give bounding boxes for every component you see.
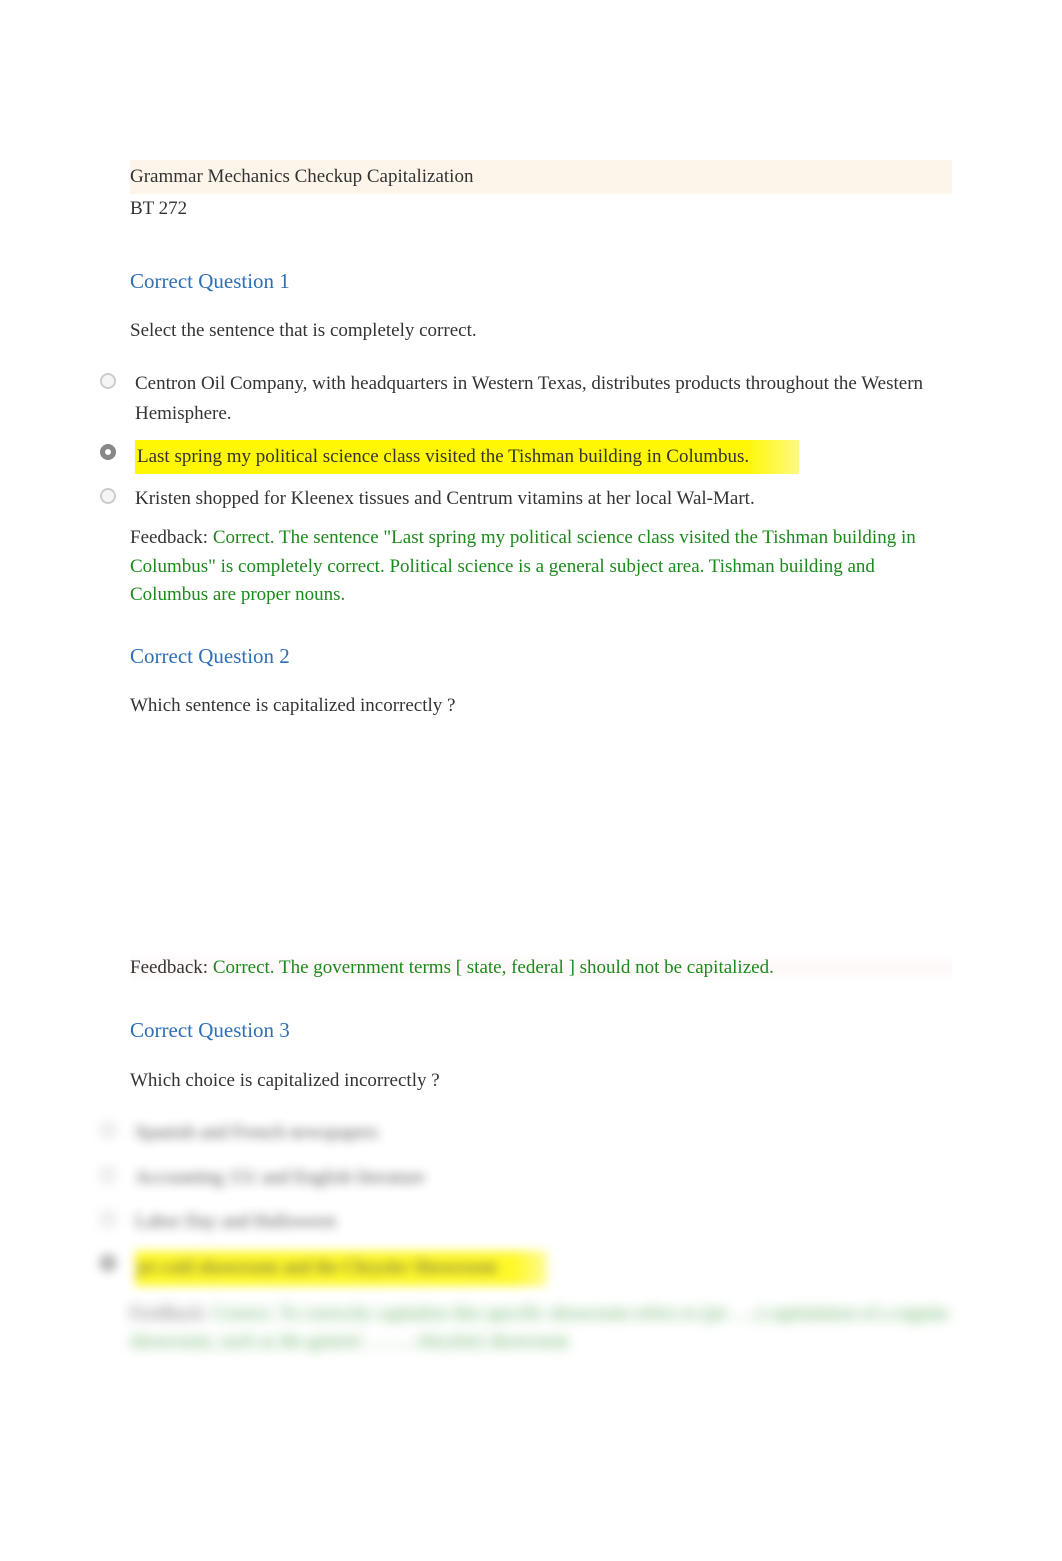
- feedback-text: Correct. To correctly capitalize this sp…: [130, 1303, 949, 1353]
- question-1-option-3[interactable]: Kristen shopped for Kleenex tissues and …: [130, 484, 952, 514]
- question-1: Correct Question 1 Select the sentence t…: [130, 265, 952, 610]
- feedback-label: Feedback:: [130, 527, 213, 548]
- radio-selected-icon[interactable]: [100, 1255, 116, 1271]
- question-1-option-2[interactable]: Last spring my political science class v…: [130, 440, 952, 474]
- page-title: Grammar Mechanics Checkup Capitalization: [130, 166, 473, 187]
- question-2-options-hidden: [130, 744, 952, 944]
- radio-icon[interactable]: [100, 1122, 116, 1138]
- option-text: Accounting 151 and English literature: [135, 1163, 952, 1193]
- option-text: Last spring my political science class v…: [135, 440, 952, 474]
- feedback-text: Correct. The sentence "Last spring my po…: [130, 527, 916, 605]
- question-3-prompt: Which choice is capitalized incorrectly …: [130, 1066, 952, 1096]
- option-text: Spanish and French newspapers: [135, 1118, 952, 1148]
- page-subtitle: BT 272: [130, 194, 952, 224]
- title-row: Grammar Mechanics Checkup Capitalization: [130, 160, 952, 194]
- feedback-label: Feedback:: [130, 957, 213, 978]
- question-3-feedback: Feedback: Correct. To correctly capitali…: [130, 1300, 952, 1357]
- question-1-feedback: Feedback: Correct. The sentence "Last sp…: [130, 524, 952, 610]
- question-3-option-3[interactable]: Labor Day and Halloween: [130, 1207, 952, 1237]
- question-2: Correct Question 2 Which sentence is cap…: [130, 640, 952, 984]
- question-2-prompt: Which sentence is capitalized incorrectl…: [130, 691, 952, 721]
- question-3-option-4[interactable]: jet cold showroom and the Chrysler Showr…: [130, 1251, 952, 1285]
- radio-icon[interactable]: [100, 373, 116, 389]
- highlighted-answer: Last spring my political science class v…: [135, 440, 799, 474]
- highlighted-answer: jet cold showroom and the Chrysler Showr…: [135, 1251, 547, 1285]
- question-1-option-1[interactable]: Centron Oil Company, with headquarters i…: [130, 369, 952, 430]
- question-1-heading: Correct Question 1: [130, 265, 952, 299]
- feedback-text: Correct. The government terms [ state, f…: [213, 957, 774, 978]
- question-2-heading: Correct Question 2: [130, 640, 952, 674]
- question-3: Correct Question 3 Which choice is capit…: [130, 1014, 952, 1357]
- page-header: Grammar Mechanics Checkup Capitalization…: [130, 160, 952, 225]
- question-3-options-blurred: Spanish and French newspapers Accounting…: [130, 1118, 952, 1286]
- option-text: Centron Oil Company, with headquarters i…: [135, 369, 952, 430]
- option-text: Kristen shopped for Kleenex tissues and …: [135, 484, 952, 514]
- radio-icon[interactable]: [100, 1167, 116, 1183]
- question-2-feedback: Feedback: Correct. The government terms …: [130, 952, 952, 985]
- option-text: Labor Day and Halloween: [135, 1207, 952, 1237]
- question-1-prompt: Select the sentence that is completely c…: [130, 316, 952, 346]
- question-3-option-2[interactable]: Accounting 151 and English literature: [130, 1163, 952, 1193]
- option-text: jet cold showroom and the Chrysler Showr…: [135, 1251, 952, 1285]
- radio-selected-icon[interactable]: [100, 444, 116, 460]
- question-3-option-1[interactable]: Spanish and French newspapers: [130, 1118, 952, 1148]
- feedback-label: Feedback:: [130, 1303, 213, 1324]
- radio-icon[interactable]: [100, 1211, 116, 1227]
- radio-icon[interactable]: [100, 488, 116, 504]
- question-3-heading: Correct Question 3: [130, 1014, 952, 1048]
